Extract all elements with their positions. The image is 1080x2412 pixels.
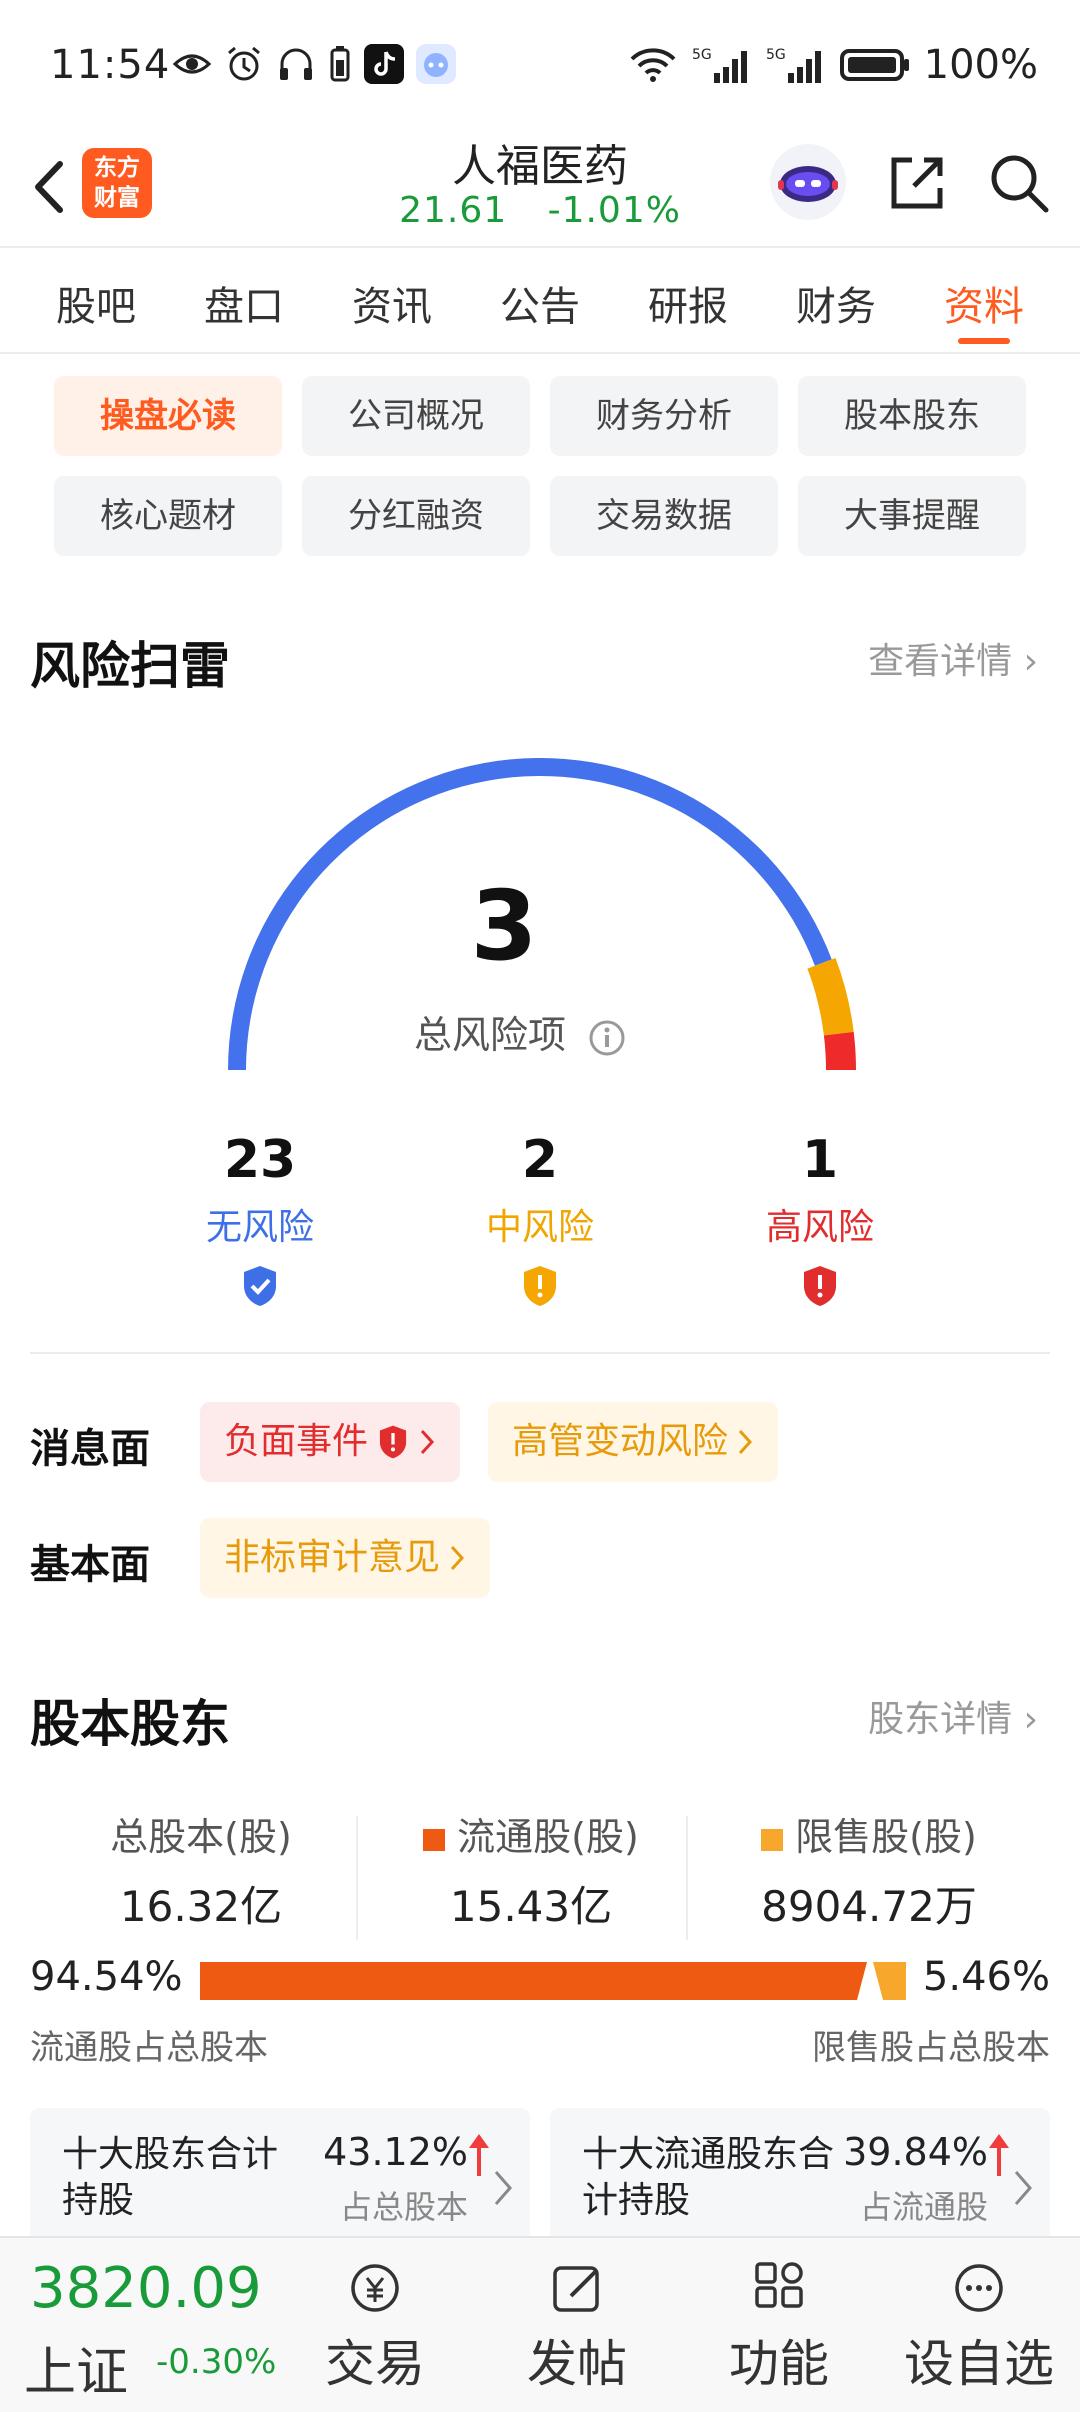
more-dots-icon (955, 2264, 1003, 2312)
chip-company-overview[interactable]: 公司概况 (302, 376, 530, 456)
share-structure-bar (200, 1962, 906, 2000)
chip-shareholders[interactable]: 股本股东 (798, 376, 1026, 456)
tag-executive-change-risk[interactable]: 高管变动风险 (488, 1402, 779, 1482)
status-time: 11:54 (50, 42, 171, 88)
battery-icon (839, 49, 909, 81)
legend-restricted-swatch (761, 1828, 784, 1851)
eye-icon (172, 54, 212, 74)
float-caption: 流通股占总股本 (30, 2028, 268, 2068)
shareholder-detail-link[interactable]: 股东详情 › (868, 1690, 1038, 1742)
equity-section-title: 股本股东 (30, 1695, 230, 1753)
arrow-up-icon (989, 2134, 1009, 2176)
tab-guba[interactable]: 股吧 (56, 256, 136, 352)
status-bar: 11:54 5G 5G 100% (0, 0, 1080, 130)
restricted-shares: 限售股(股) 8904.72万 (761, 1815, 977, 1931)
risk-level-none[interactable]: 23 无风险 (140, 1130, 380, 1308)
float-percent: 94.54% (30, 1954, 183, 2000)
stock-header: 东方 财富 人福医药 21.61 -1.01% (0, 130, 1080, 248)
headphones-icon (280, 48, 312, 80)
restricted-caption: 限售股占总股本 (812, 2028, 1050, 2068)
nav-post[interactable]: 发帖 (502, 2258, 652, 2396)
ai-assistant-avatar[interactable] (770, 144, 846, 220)
nav-functions[interactable]: 功能 (704, 2258, 854, 2396)
risk-section-title: 风险扫雷 (30, 637, 230, 695)
alarm-icon (228, 46, 260, 81)
header-divider (0, 246, 1080, 248)
main-tabs: 股吧 盘口 资讯 公告 研报 财务 资料 (0, 256, 1080, 352)
chip-trading-must-read[interactable]: 操盘必读 (54, 376, 282, 456)
top10-holders-card[interactable]: 十大股东合计持股 43.12% 占总股本 (30, 2108, 530, 2248)
robot-icon (778, 166, 838, 202)
search-icon[interactable] (986, 150, 1052, 216)
restricted-percent: 5.46% (922, 1954, 1050, 2000)
sub-tab-grid: 操盘必读 公司概况 财务分析 股本股东 核心题材 分红融资 交易数据 大事提醒 (54, 376, 1034, 556)
float-shares: 流通股(股) 15.43亿 (366, 1806, 696, 1934)
tag-negative-events[interactable]: 负面事件 (200, 1402, 461, 1482)
news-risk-label: 消息面 (30, 1426, 150, 1472)
shield-warning-icon (524, 1266, 556, 1306)
chip-dividends[interactable]: 分红融资 (302, 476, 530, 556)
svg-text:5G: 5G (692, 47, 712, 63)
index-change: -0.30% (156, 2342, 277, 2382)
chevron-right-icon (420, 1429, 435, 1455)
svg-text:5G: 5G (766, 47, 786, 63)
bottom-bar: 3820.09 上证 -0.30% 交易 发帖 功能 设自选 (0, 2236, 1080, 2412)
shield-alert-icon (804, 1266, 836, 1306)
chevron-right-icon (1014, 2171, 1032, 2205)
chip-financial-analysis[interactable]: 财务分析 (550, 376, 778, 456)
bar-float-segment (200, 1962, 867, 2000)
tab-finance[interactable]: 财务 (796, 256, 876, 352)
tab-announcements[interactable]: 公告 (500, 256, 580, 352)
bar-restricted-segment (873, 1962, 906, 2000)
index-value[interactable]: 3820.09 (30, 2256, 262, 2321)
grid-apps-icon (755, 2262, 803, 2308)
signal-5g-icon: 5G (692, 47, 747, 83)
risk-level-breakdown: 23 无风险 2 中风险 1 高风险 (0, 1130, 1080, 1310)
battery-small-icon (330, 46, 350, 82)
risk-level-high[interactable]: 1 高风险 (700, 1130, 940, 1308)
chip-core-themes[interactable]: 核心题材 (54, 476, 282, 556)
tab-research[interactable]: 研报 (648, 256, 728, 352)
nav-add-watchlist[interactable]: 设自选 (904, 2258, 1054, 2396)
notification-icons (172, 44, 456, 84)
stock-change: -1.01% (547, 190, 681, 231)
legend-float-swatch (423, 1828, 446, 1851)
total-risk-count: 3 (470, 870, 538, 982)
chip-trading-data[interactable]: 交易数据 (550, 476, 778, 556)
share-icon[interactable] (884, 150, 950, 216)
risk-divider (30, 1352, 1050, 1354)
shield-check-icon (244, 1266, 276, 1306)
shield-alert-icon (379, 1425, 407, 1459)
tab-news[interactable]: 资讯 (352, 256, 432, 352)
chevron-right-icon (450, 1545, 465, 1571)
total-shares: 总股本(股) 16.32亿 (110, 1815, 292, 1931)
battery-percent: 100% (923, 42, 1038, 88)
fundamental-risk-label: 基本面 (30, 1542, 150, 1588)
signal-5g-icon-2: 5G (766, 47, 821, 83)
tag-non-standard-audit[interactable]: 非标审计意见 (200, 1518, 491, 1598)
top10-float-holders-card[interactable]: 十大流通股东合计持股 39.84% 占流通股 (550, 2108, 1050, 2248)
total-risk-label: 总风险项 (0, 1004, 1040, 1059)
risk-detail-link[interactable]: 查看详情 › (868, 632, 1038, 684)
wifi-icon (630, 48, 676, 82)
index-name[interactable]: 上证 (24, 2330, 128, 2405)
chevron-right-icon (494, 2171, 512, 2205)
tabs-divider (0, 352, 1080, 354)
equity-separator (686, 1816, 688, 1940)
edit-post-icon (553, 2266, 599, 2312)
risk-level-medium[interactable]: 2 中风险 (420, 1130, 660, 1308)
tiktok-icon (364, 44, 404, 84)
trade-yen-icon (351, 2264, 399, 2312)
equity-separator (356, 1816, 358, 1940)
info-icon[interactable] (588, 1019, 626, 1057)
nav-trade[interactable]: 交易 (300, 2258, 450, 2396)
stock-price: 21.61 (399, 190, 508, 231)
chat-bot-icon (416, 44, 456, 84)
system-icons: 5G 5G 100% (628, 42, 1038, 88)
tab-profile[interactable]: 资料 (944, 256, 1024, 352)
chip-event-reminders[interactable]: 大事提醒 (798, 476, 1026, 556)
chevron-right-icon (738, 1429, 753, 1455)
tab-pankou[interactable]: 盘口 (204, 256, 284, 352)
arrow-up-icon (469, 2134, 489, 2176)
